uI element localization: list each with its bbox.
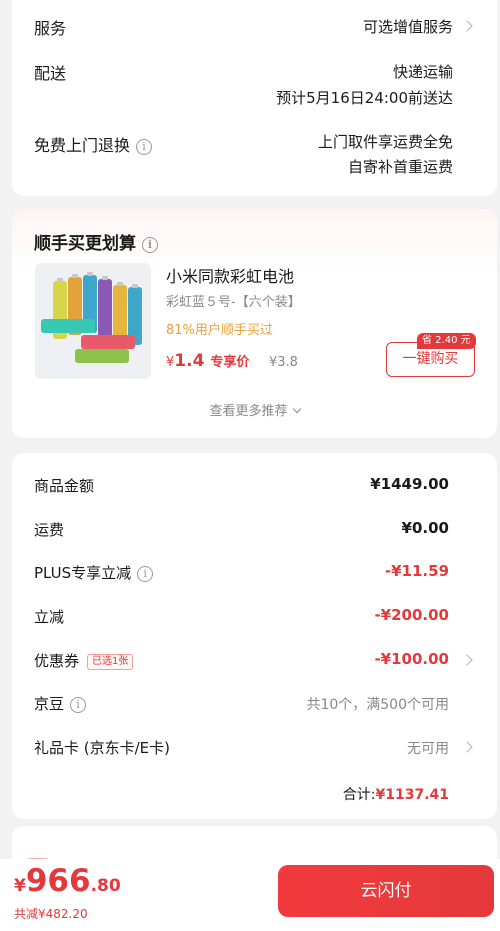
giftcard-value[interactable]: 无可用 (407, 738, 449, 758)
free-return-line2: 自寄补首重运费 (347, 158, 453, 176)
info-icon[interactable]: i (70, 697, 87, 713)
coupon-selected-tag: 已选1张 (87, 654, 134, 670)
free-return-line1: 上门取件享运费全免 (317, 133, 453, 151)
chevron-right-icon[interactable] (461, 741, 473, 753)
shipping-value: ¥0.00 (401, 519, 449, 537)
service-label: 服务 (34, 19, 67, 38)
product-bought-rate: 81%用户顺手买过 (166, 323, 273, 338)
jingdou-value: 共10个，满500个可用 (306, 697, 449, 713)
free-return-label: 免费上门退换 i (34, 132, 153, 156)
giftcard-label[interactable]: 礼品卡 (京东卡/E卡) (34, 737, 170, 758)
service-card: 服务 可选增值服务 配送 快递运输 预计5月16日24:00前送达 免费上门退换… (12, 0, 497, 196)
battery-shape (98, 276, 112, 337)
product-price: ¥1.4 专享价 (166, 351, 250, 371)
instant-discount-value: -¥200.00 (374, 606, 449, 624)
save-badge: 省 2.40 元 (417, 333, 476, 349)
chevron-down-icon (292, 404, 301, 414)
battery-shape (75, 349, 129, 363)
plus-discount-value: -¥11.59 (384, 562, 449, 580)
product-name[interactable]: 小米同款彩虹电池 (166, 263, 294, 287)
info-icon[interactable]: i (137, 566, 154, 582)
goods-amount-value: ¥1449.00 (370, 475, 449, 493)
chevron-right-icon[interactable] (461, 20, 473, 32)
payable-amount: ¥966.80 (14, 863, 121, 899)
chevron-right-icon[interactable] (461, 654, 473, 666)
coupon-value[interactable]: -¥100.00 (374, 650, 449, 668)
product-image[interactable] (35, 263, 151, 379)
price-summary-card: 商品金额 ¥1449.00 运费 ¥0.00 PLUS专享立减 i -¥11.59… (12, 453, 497, 819)
more-recommendations-link[interactable]: 查看更多推荐 (12, 400, 497, 419)
plus-discount-label: PLUS专享立减 i (34, 562, 154, 583)
info-icon[interactable]: i (142, 237, 158, 253)
delivery-method: 快递运输 (392, 63, 453, 81)
goods-amount-label: 商品金额 (34, 477, 95, 495)
battery-shape (81, 335, 135, 349)
total-saved: 共减¥482.20 (14, 907, 88, 921)
info-icon[interactable]: i (136, 139, 153, 155)
delivery-eta: 预计5月16日24:00前送达 (276, 89, 453, 107)
instant-discount-label: 立减 (34, 608, 65, 626)
checkout-bar: ¥966.80 共减¥482.20 云闪付 (0, 859, 500, 931)
delivery-label: 配送 (34, 64, 67, 83)
addon-card: 顺手买更划算 i 小米同款彩虹电池 彩虹蓝５号-【六个装】 81%用户顺手买过 ¥… (12, 209, 497, 438)
service-value[interactable]: 可选增值服务 (363, 16, 453, 37)
addon-title: 顺手买更划算 i (34, 229, 158, 254)
shipping-label: 运费 (34, 521, 65, 539)
jingdou-label: 京豆 i (34, 693, 87, 714)
battery-shape (41, 319, 95, 333)
pay-button[interactable]: 云闪付 (278, 865, 494, 917)
coupon-label[interactable]: 优惠券 已选1张 (34, 650, 134, 671)
product-original-price: ¥3.8 (269, 355, 298, 370)
summary-total: 合计:¥1137.41 (342, 787, 449, 803)
product-spec: 彩虹蓝５号-【六个装】 (166, 295, 301, 310)
